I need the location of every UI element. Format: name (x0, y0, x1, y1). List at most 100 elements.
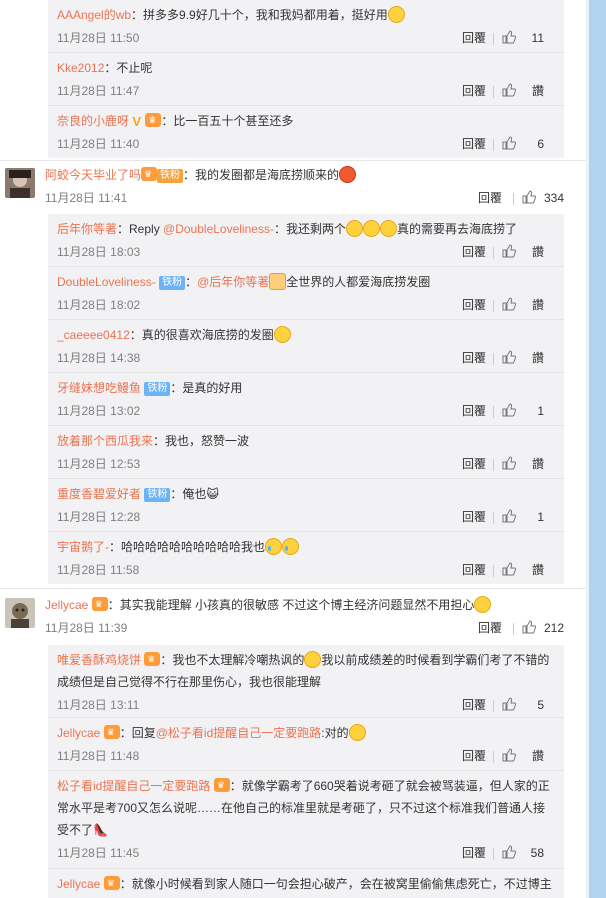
like-button[interactable]: 讚 (485, 346, 544, 370)
like-button[interactable]: 1 (485, 399, 544, 423)
member-crown-icon (144, 652, 161, 666)
like-button[interactable]: 212 (505, 616, 564, 640)
like-button[interactable]: 讚 (485, 240, 544, 264)
fan-badge: 铁粉 (144, 382, 171, 396)
reply-item: 奈良的小鹿呀 V ：比一百五十个甚至还多 11月28日 11:40 回覆 6 (48, 106, 564, 158)
thumbs-up-icon (522, 620, 536, 634)
like-button[interactable]: 6 (485, 132, 544, 156)
divider (0, 588, 586, 589)
reply-time: 11月28日 18:03 (57, 245, 141, 259)
reply-author[interactable]: 唯爱香酥鸡烧饼 (57, 653, 141, 667)
reply-author[interactable]: 放着那个西瓜我来 (57, 434, 153, 448)
thumbs-up-icon (502, 136, 516, 150)
mention-link[interactable]: @DoubleLoveliness- (163, 222, 274, 236)
reply-button[interactable]: 回覆 (462, 79, 486, 103)
reply-time: 11月28日 13:02 (57, 404, 141, 418)
reply-author[interactable]: DoubleLoveliness- (57, 275, 156, 289)
reply-author[interactable]: 重度香碧爱好者 (57, 487, 141, 501)
like-count: 讚 (531, 245, 544, 259)
reply-button[interactable]: 回覆 (478, 186, 502, 210)
thumbs-up-icon (502, 83, 516, 97)
reply-time: 11月28日 14:38 (57, 351, 141, 365)
reply-item: 后年你等著：Reply @DoubleLoveliness-：我还剩两个 真的需要… (48, 214, 564, 267)
member-crown-icon (141, 167, 158, 181)
comment-time: 11月28日 11:41 (45, 191, 128, 205)
divider (0, 160, 586, 161)
comment-author[interactable]: 阿蛟今天毕业了吗 (45, 168, 141, 182)
reply-button[interactable]: 回覆 (462, 346, 486, 370)
reply-author[interactable]: 松子看id提醒自己一定要跑路 (57, 779, 210, 793)
reply-author[interactable]: 宇宙鹅了- (57, 540, 109, 554)
reply-button[interactable]: 回覆 (462, 452, 486, 476)
mention-link[interactable]: @后年你等著 (197, 275, 269, 289)
member-crown-icon (91, 597, 108, 611)
reply-button[interactable]: 回覆 (462, 693, 486, 717)
reply-time: 11月28日 11:40 (57, 137, 140, 151)
comment-text: ：我的发圈都是海底捞顺来的 (183, 168, 340, 182)
reply-item: DoubleLoveliness- 铁粉 ：@后年你等著 全世界的人都爱海底捞发圈 … (48, 267, 564, 320)
like-count: 1 (537, 510, 544, 524)
reply-author[interactable]: _caeeee0412 (57, 328, 130, 342)
reply-button[interactable]: 回覆 (462, 399, 486, 423)
like-button[interactable]: 讚 (485, 452, 544, 476)
reply-text: ：是真的好用 (170, 381, 243, 395)
reply-button[interactable]: 回覆 (462, 505, 486, 529)
divider (493, 847, 494, 860)
like-button[interactable]: 11 (485, 26, 544, 50)
divider (493, 750, 494, 763)
like-button[interactable]: 334 (505, 186, 564, 210)
comment-time: 11月28日 11:39 (45, 621, 128, 635)
reply-author[interactable]: Jellycae (57, 726, 100, 740)
divider (493, 458, 494, 471)
reply-author[interactable]: 奈良的小鹿呀 (57, 114, 129, 128)
reply-author[interactable]: AAAngel的wb (57, 8, 131, 22)
like-button[interactable]: 1 (485, 505, 544, 529)
divider (493, 564, 494, 577)
like-button[interactable]: 讚 (485, 79, 544, 103)
reply-author[interactable]: 后年你等著 (57, 222, 117, 236)
divider (513, 622, 514, 635)
reply-button[interactable]: 回覆 (462, 26, 486, 50)
reply-text: ：哈哈哈哈哈哈哈哈哈哈我也 (109, 540, 266, 554)
like-button[interactable]: 讚 (485, 558, 544, 582)
reply-text: 真的需要再去海底捞了 (396, 222, 517, 236)
comment-item: Jellycae ：其实我能理解 小孩真的很敏感 不过这个博主经济问题显然不用担… (0, 594, 586, 642)
reply-button[interactable]: 回覆 (462, 293, 486, 317)
like-count: 1 (537, 404, 544, 418)
mention-link[interactable]: @松子看id提醒自己一定要跑路 (156, 726, 322, 740)
reply-time: 11月28日 11:45 (57, 846, 140, 860)
reply-text: :对的 (321, 726, 349, 740)
reply-text: ：真的很喜欢海底捞的发圈 (129, 328, 274, 342)
divider (493, 138, 494, 151)
comment-author[interactable]: Jellycae (45, 598, 88, 612)
reply-author[interactable]: 牙缝妹想吃鳗鱼 (57, 381, 141, 395)
reply-button[interactable]: 回覆 (478, 616, 502, 640)
like-count: 讚 (531, 457, 544, 471)
reply-button[interactable]: 回覆 (462, 744, 486, 768)
thumbs-up-icon (502, 509, 516, 523)
reply-item: Jellycae ：就像小时候看到家人随口一句会担心破产，会在被窝里偷偷焦虑死亡… (48, 869, 564, 898)
reply-button[interactable]: 回覆 (462, 240, 486, 264)
avatar[interactable] (5, 598, 35, 628)
member-crown-icon (103, 725, 120, 739)
reply-author[interactable]: Jellycae (57, 877, 100, 891)
reply-button[interactable]: 回覆 (462, 132, 486, 156)
reply-button[interactable]: 回覆 (462, 841, 486, 865)
reply-button[interactable]: 回覆 (462, 558, 486, 582)
avatar[interactable] (5, 168, 35, 198)
like-button[interactable]: 讚 (485, 744, 544, 768)
scrollbar-track (586, 0, 589, 898)
like-count: 212 (543, 621, 564, 635)
like-count: 11 (531, 31, 544, 45)
like-count: 讚 (531, 298, 544, 312)
member-crown-icon (145, 113, 162, 127)
like-button[interactable]: 讚 (485, 293, 544, 317)
love-emoji-icon (273, 326, 291, 343)
like-button[interactable]: 58 (485, 841, 544, 865)
like-button[interactable]: 5 (485, 693, 544, 717)
reply-item: 宇宙鹅了-：哈哈哈哈哈哈哈哈哈哈我也 11月28日 11:58 回覆 讚 (48, 532, 564, 584)
reply-author[interactable]: Kke2012 (57, 61, 104, 75)
thumbs-up-icon (502, 456, 516, 470)
scrollbar[interactable] (586, 0, 606, 898)
divider (493, 299, 494, 312)
